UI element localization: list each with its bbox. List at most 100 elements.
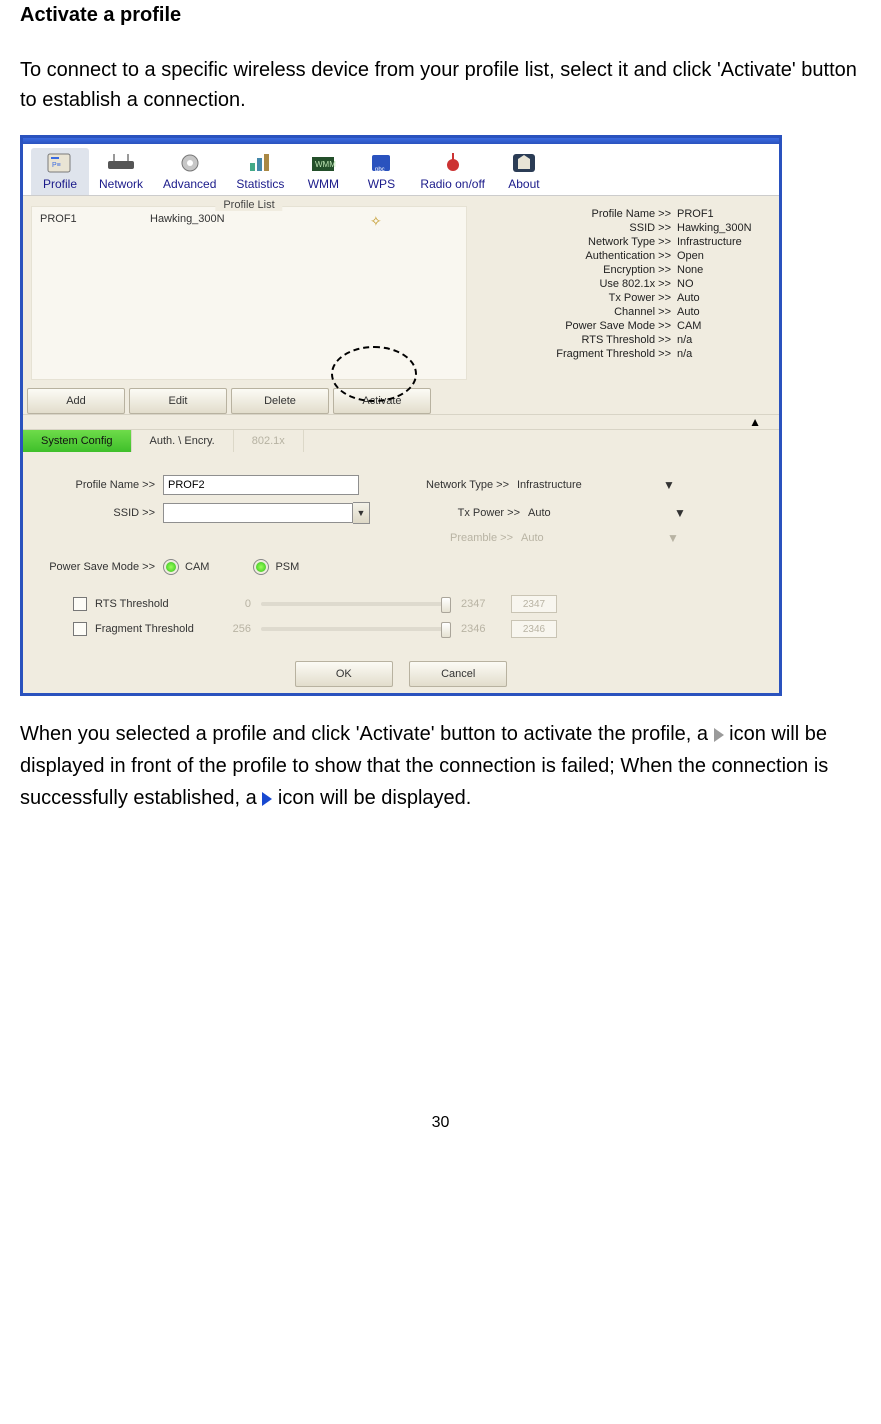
activate-button[interactable]: Activate <box>333 388 431 414</box>
advanced-icon <box>171 150 209 176</box>
collapse-bar[interactable]: ▲ <box>23 414 779 430</box>
text: When you selected a profile and click 'A… <box>20 723 714 745</box>
detail-label: Profile Name >> <box>592 208 675 220</box>
dialog-buttons: OK Cancel <box>23 657 779 693</box>
tab-label: About <box>505 177 543 191</box>
tab-label: Profile <box>41 177 79 191</box>
frag-value: 2346 <box>511 620 557 638</box>
dropdown-icon[interactable]: ▼ <box>663 478 675 492</box>
wmm-icon: WMM <box>304 150 342 176</box>
detail-value: PROF1 <box>675 208 773 220</box>
edit-button[interactable]: Edit <box>129 388 227 414</box>
statistics-icon <box>241 150 279 176</box>
profile-section: Profile List PROF1 Hawking_300N ✧ Add Ed… <box>23 196 779 414</box>
detail-value: Hawking_300N <box>675 222 773 234</box>
detail-label: RTS Threshold >> <box>582 334 675 346</box>
system-config-panel: Profile Name >> Network Type >> Infrastr… <box>23 452 779 657</box>
frag-label: Fragment Threshold <box>95 623 225 635</box>
tab-label: Statistics <box>236 177 284 191</box>
detail-value: Open <box>675 250 773 262</box>
profile-details: Profile Name >>PROF1 SSID >>Hawking_300N… <box>475 196 779 414</box>
add-button[interactable]: Add <box>27 388 125 414</box>
frag-slider[interactable] <box>261 627 451 631</box>
tab-auth-encry[interactable]: Auth. \ Encry. <box>132 430 234 452</box>
main-toolbar: P≡ Profile Network Advanced Statistics W… <box>23 144 779 196</box>
tab-wps[interactable]: pbc WPS <box>352 148 410 195</box>
ok-button[interactable]: OK <box>295 661 393 687</box>
profile-name-cell: PROF1 <box>40 213 150 230</box>
tab-label: WMM <box>304 177 342 191</box>
detail-label: Power Save Mode >> <box>565 320 675 332</box>
triangle-blue-icon <box>262 792 272 806</box>
detail-value: n/a <box>675 334 773 346</box>
tx-power-value: Auto <box>528 507 638 519</box>
intro-paragraph: To connect to a specific wireless device… <box>20 55 861 115</box>
rts-min: 0 <box>225 598 251 610</box>
detail-label: Fragment Threshold >> <box>556 348 675 360</box>
radio-psm-label: PSM <box>275 561 299 573</box>
tab-statistics[interactable]: Statistics <box>226 148 294 195</box>
tab-label: WPS <box>362 177 400 191</box>
detail-label: Encryption >> <box>603 264 675 276</box>
detail-label: Use 802.1x >> <box>599 278 675 290</box>
tab-advanced[interactable]: Advanced <box>153 148 226 195</box>
rts-value: 2347 <box>511 595 557 613</box>
delete-button[interactable]: Delete <box>231 388 329 414</box>
radio-cam-label: CAM <box>185 561 209 573</box>
frag-max: 2346 <box>461 623 493 635</box>
tab-label: Advanced <box>163 177 216 191</box>
psm-label: Power Save Mode >> <box>37 561 163 573</box>
app-window: P≡ Profile Network Advanced Statistics W… <box>20 135 782 696</box>
profile-row[interactable]: PROF1 Hawking_300N ✧ <box>32 207 466 236</box>
ssid-label: SSID >> <box>37 507 163 519</box>
frag-min: 256 <box>225 623 251 635</box>
signal-icon: ✧ <box>370 213 400 230</box>
dropdown-icon[interactable]: ▼ <box>674 506 686 520</box>
triangle-gray-icon <box>714 728 724 742</box>
profile-list[interactable]: Profile List PROF1 Hawking_300N ✧ <box>31 206 467 380</box>
tab-about[interactable]: About <box>495 148 553 195</box>
tab-wmm[interactable]: WMM WMM <box>294 148 352 195</box>
profile-icon: P≡ <box>41 150 79 176</box>
detail-label: Authentication >> <box>585 250 675 262</box>
radio-psm[interactable] <box>253 559 269 575</box>
dropdown-icon[interactable]: ▼ <box>353 502 370 524</box>
network-type-value: Infrastructure <box>517 479 627 491</box>
detail-value: CAM <box>675 320 773 332</box>
tab-label: Network <box>99 177 143 191</box>
profile-name-label: Profile Name >> <box>37 479 163 491</box>
cancel-button[interactable]: Cancel <box>409 661 507 687</box>
dropdown-icon: ▼ <box>667 531 679 545</box>
tab-system-config[interactable]: System Config <box>23 430 132 452</box>
tab-network[interactable]: Network <box>89 148 153 195</box>
radio-cam[interactable] <box>163 559 179 575</box>
config-tabs: System Config Auth. \ Encry. 802.1x <box>23 430 779 452</box>
detail-label: Network Type >> <box>588 236 675 248</box>
rts-slider[interactable] <box>261 602 451 606</box>
svg-text:P≡: P≡ <box>52 162 61 169</box>
preamble-value: Auto <box>521 532 631 544</box>
svg-text:WMM: WMM <box>315 160 336 169</box>
heading: Activate a profile <box>20 4 861 27</box>
detail-value: Auto <box>675 292 773 304</box>
wps-icon: pbc <box>362 150 400 176</box>
rts-checkbox[interactable] <box>73 597 87 611</box>
ssid-input[interactable] <box>163 503 353 523</box>
frag-checkbox[interactable] <box>73 622 87 636</box>
tab-label: Radio on/off <box>420 177 485 191</box>
profile-list-title: Profile List <box>215 199 282 211</box>
tab-8021x: 802.1x <box>234 430 304 452</box>
profile-ssid-cell: Hawking_300N <box>150 213 370 230</box>
profile-name-input[interactable] <box>163 475 359 495</box>
text: icon will be displayed. <box>272 787 471 809</box>
preamble-label: Preamble >> <box>403 532 521 544</box>
ssid-combo[interactable]: ▼ <box>163 502 370 524</box>
detail-value: None <box>675 264 773 276</box>
tab-radio[interactable]: Radio on/off <box>410 148 495 195</box>
detail-label: Channel >> <box>614 306 675 318</box>
tab-profile[interactable]: P≡ Profile <box>31 148 89 195</box>
detail-value: n/a <box>675 348 773 360</box>
result-paragraph: When you selected a profile and click 'A… <box>20 718 861 814</box>
rts-max: 2347 <box>461 598 493 610</box>
detail-label: Tx Power >> <box>609 292 675 304</box>
